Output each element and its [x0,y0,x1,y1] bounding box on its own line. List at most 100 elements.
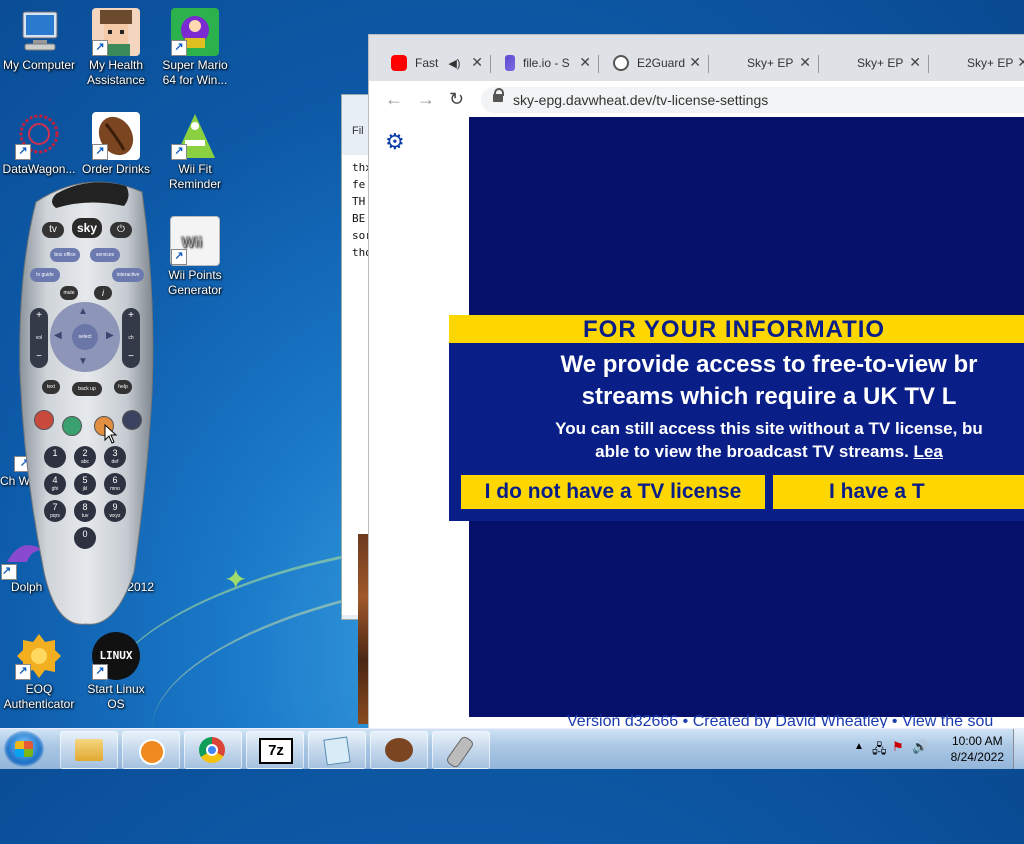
tab-label: Sky+ EP [747,56,794,70]
desktop-icon-start-linux[interactable]: LINUX ↗ Start Linux OS [78,632,154,712]
tab-label: file.io - S [523,56,570,70]
close-icon[interactable]: ✕ [799,54,811,71]
remote-red-button[interactable] [34,410,54,430]
show-hidden-icons-icon[interactable]: ▲ [854,741,864,752]
shortcut-arrow-icon: ↗ [92,664,108,680]
no-tv-license-button[interactable]: I do not have a TV license [461,475,765,509]
remote-blue-button[interactable] [122,410,142,430]
desktop-icon-super-mario[interactable]: ↗ Super Mario 64 for Win... [157,8,233,88]
clock-date: 8/24/2022 [950,750,1004,764]
remote-sky-button[interactable]: sky [72,218,102,238]
close-icon[interactable]: ✕ [689,54,701,71]
taskbar-sky-remote[interactable] [432,731,490,770]
reload-icon[interactable]: ↻ [449,89,464,110]
close-icon[interactable]: ✕ [579,54,591,71]
close-icon[interactable]: ✕ [909,54,921,71]
desktop-icon-eoq-authenticator[interactable]: ↗ EOQ Authenticator [1,632,77,712]
close-icon[interactable]: ✕ [471,54,483,71]
taskbar: 7z ▲ 🖧 ⚑ 🔊 10:00 AM 8/24/2022 [0,728,1024,770]
taskbar-explorer[interactable] [60,731,118,769]
remote-number-key[interactable]: 1 [44,446,66,468]
learn-more-link[interactable]: Lea [914,442,943,461]
remote-info-button[interactable]: i [94,286,112,300]
fyi-banner: FOR YOUR INFORMATIO [449,315,1024,343]
volume-icon[interactable]: 🔊 [912,739,928,755]
remote-services-button[interactable]: services [90,248,120,262]
remote-green-button[interactable] [62,416,82,436]
desktop-icon-datawagon[interactable]: ↗ DataWagon... [1,112,77,177]
desktop-icon-label: Wii Points Generator [167,268,223,297]
sky-remote-widget[interactable]: tv sky ⏻ box office services tv guide in… [16,172,158,628]
remote-tv-guide-button[interactable]: tv guide [30,268,60,282]
tab-fileio[interactable]: file.io - S ✕ [505,45,599,81]
back-arrow-icon[interactable]: ← [385,89,403,110]
have-tv-license-button[interactable]: I have a T [773,475,1024,509]
speaker-icon: ◀) [448,57,461,70]
remote-number-key[interactable]: 3 def [104,446,126,468]
mario-game-icon: ↗ [171,8,219,56]
remote-select-button[interactable]: select [72,324,98,350]
forward-arrow-icon[interactable]: → [417,89,435,110]
datawagon-icon: ↗ [15,112,63,160]
notepad-menu-file[interactable]: Fil [352,125,364,137]
globe-icon [613,55,629,71]
remote-mute-button[interactable]: mute [60,286,78,300]
remote-help-button[interactable]: help [114,380,132,394]
desktop-icon-order-drinks[interactable]: ↗ Order Drinks [78,112,154,177]
url-field[interactable]: sky-epg.davwheat.dev/tv-license-settings [481,87,1024,113]
desktop-icon-label: My Health Assistance [86,58,146,87]
remote-number-key[interactable]: 8 tuv [74,500,96,522]
clock[interactable]: 10:00 AM 8/24/2022 [951,733,1004,765]
linux-logo-text: LINUX [99,649,133,662]
remote-back-up-button[interactable]: back up [72,382,102,396]
gear-icon[interactable]: ⚙ [385,129,405,155]
shortcut-arrow-icon: ↗ [1,564,17,580]
tab-sky-epg-1[interactable]: Sky+ EP ✕ [723,45,819,81]
tab-e2guardian[interactable]: E2Guard ✕ [613,45,709,81]
close-icon[interactable]: ✕ [1017,54,1024,71]
remote-number-key[interactable]: 5 jkl [74,473,96,495]
page-content: ⚙ FOR YOUR INFORMATIO We provide access … [369,117,1024,730]
remote-volume-rocker[interactable]: + vol − [30,308,48,368]
taskbar-media-player[interactable] [122,731,180,769]
desktop-icon-wii-fit-reminder[interactable]: ↗ Wii Fit Reminder [157,112,233,192]
remote-number-key[interactable]: 7 pqrs [44,500,66,522]
desktop-icon-my-computer[interactable]: My Computer [1,8,77,73]
tab-sky-epg-3[interactable]: Sky+ EP ✕ [943,45,1024,81]
wii-fit-icon: ↗ [171,112,219,160]
desktop-icon-health-assistance[interactable]: ↗ My Health Assistance [78,8,154,88]
remote-number-key[interactable]: 0 [74,527,96,549]
network-icon[interactable]: 🖧 [872,740,887,762]
start-button[interactable] [4,731,44,767]
remote-left-arrow-icon[interactable]: ◀ [54,330,62,341]
remote-interactive-button[interactable]: interactive [112,268,144,282]
taskbar-7zip[interactable]: 7z [246,731,304,769]
action-center-flag-icon[interactable]: ⚑ [892,739,904,755]
remote-dpad[interactable]: ▲ ▼ ◀ ▶ select [50,302,120,372]
show-desktop-button[interactable] [1013,729,1024,769]
remote-power-button[interactable]: ⏻ [110,222,132,238]
chrome-window[interactable]: Fast ◀) ✕ file.io - S ✕ E2Guard ✕ Sky+ E… [368,34,1024,730]
taskbar-chrome[interactable] [184,731,242,769]
remote-up-arrow-icon[interactable]: ▲ [78,306,88,317]
remote-vol-label: vol [35,335,43,341]
subtext-line: able to view the broadcast TV streams. L… [595,442,943,461]
desktop-icon-wii-points[interactable]: Wii ↗ Wii Points Generator [157,216,233,298]
system-tray: ▲ 🖧 ⚑ 🔊 10:00 AM 8/24/2022 [834,729,1024,769]
remote-ch-label: ch [128,335,134,341]
remote-tv-button[interactable]: tv [42,222,64,238]
tab-youtube[interactable]: Fast ◀) ✕ [391,45,491,81]
remote-channel-rocker[interactable]: + ch − [122,308,140,368]
remote-down-arrow-icon[interactable]: ▼ [78,356,88,367]
remote-number-key[interactable]: 4 ghi [44,473,66,495]
desktop-icon-label: Wii Fit Reminder [168,162,222,191]
remote-number-key[interactable]: 2 abc [74,446,96,468]
tab-sky-epg-2[interactable]: Sky+ EP ✕ [833,45,929,81]
taskbar-coffee-app[interactable] [370,731,428,769]
remote-number-key[interactable]: 9 wxyz [104,500,126,522]
taskbar-notepad[interactable] [308,731,366,769]
remote-text-button[interactable]: text [42,380,60,394]
remote-right-arrow-icon[interactable]: ▶ [106,330,114,341]
remote-box-office-button[interactable]: box office [50,248,80,262]
remote-number-key[interactable]: 6 mno [104,473,126,495]
